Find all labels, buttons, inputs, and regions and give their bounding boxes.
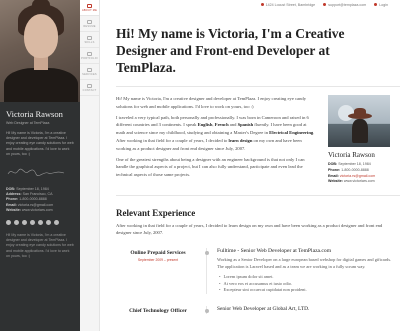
profile-card: Victoria Rawson DOB: September 18, 1984 … xyxy=(328,95,390,185)
experience-intro: After working in that field for a couple… xyxy=(116,223,383,236)
page-title: Hi! My name is Victoria, I'm a Creative … xyxy=(116,26,345,75)
location-icon xyxy=(260,3,264,6)
list-item: Lorem ipsum dolor sit amet. xyxy=(217,274,396,281)
experience-dates: September 2009 – present xyxy=(137,258,179,263)
nav-portfolio[interactable]: PORTFOLIO xyxy=(80,48,99,64)
profile-sidebar: Victoria Rawson Web Designer at TemPlaza… xyxy=(0,0,80,331)
experience-item: Chief Technology Officer Senior Web Deve… xyxy=(116,306,400,315)
about-section: Hi! My name is Victoria, I'm a creative … xyxy=(116,95,400,185)
nav-about-me[interactable]: ABOUT ME xyxy=(80,0,99,16)
experience-item: Online Prepaid Services September 2009 –… xyxy=(116,248,400,295)
profile-website-link[interactable]: www.victoriars.com xyxy=(22,208,53,212)
nav-resume[interactable]: RESUME xyxy=(80,16,99,32)
dribbble-icon[interactable] xyxy=(38,220,43,226)
experience-company: Online Prepaid Services xyxy=(130,250,186,257)
portfolio-icon xyxy=(87,51,92,56)
experience-title: Relevant Experience xyxy=(116,208,196,219)
behance-icon[interactable] xyxy=(54,220,59,226)
list-item: At vero eos et accusamus et iusto odio. xyxy=(217,281,396,288)
profile-name: Victoria Rawson xyxy=(6,109,63,119)
contact-icon xyxy=(87,83,92,88)
card-email-link[interactable]: victoria.rs@gmail.com xyxy=(340,174,375,178)
user-icon xyxy=(374,3,378,6)
youtube-icon[interactable] xyxy=(46,220,51,226)
experience-bullets: Lorem ipsum dolor sit amet. At vero eos … xyxy=(217,274,396,294)
topbar-address: 1424 Locust Street, Bambridge xyxy=(260,3,315,7)
services-icon xyxy=(87,67,92,72)
card-website-link[interactable]: www.victoriars.com xyxy=(344,179,375,183)
nav-skills[interactable]: SKILLS xyxy=(80,32,99,48)
profile-description: Hi! My name is Victoria, I'm a creative … xyxy=(6,131,74,156)
linkedin-icon[interactable] xyxy=(22,220,27,226)
profile-email-link[interactable]: victoria.rs@gmail.com xyxy=(18,203,53,207)
facebook-icon[interactable] xyxy=(6,220,11,226)
experience-role: Fulltime - Senior Web Developer at TemPl… xyxy=(217,248,332,255)
social-links xyxy=(6,220,80,226)
twitter-icon[interactable] xyxy=(14,220,19,226)
about-text: Hi! My name is Victoria, I'm a creative … xyxy=(116,95,316,185)
main-content: Hi! My name is Victoria, I'm a Creative … xyxy=(100,9,400,331)
nav-services[interactable]: SERVICES xyxy=(80,64,99,80)
card-photo xyxy=(328,95,390,147)
divider xyxy=(116,195,400,197)
experience-description: Working as a Senior Developer on a large… xyxy=(217,257,392,269)
list-item: Excepteur sint occaecat cupidatat non pr… xyxy=(217,287,396,294)
divider xyxy=(116,86,400,87)
profile-extra-text: Hi! My name is Victoria, I'm a creative … xyxy=(6,233,74,258)
skills-icon xyxy=(87,35,92,40)
top-bar: 1424 Locust Street, Bambridge support@te… xyxy=(100,0,400,9)
login-link[interactable]: Login xyxy=(374,3,388,7)
about-paragraph-2: I traveled a very typical path, both per… xyxy=(116,114,315,151)
instagram-icon[interactable] xyxy=(30,220,35,226)
card-name: Victoria Rawson xyxy=(328,151,375,159)
profile-photo xyxy=(0,0,80,102)
nav-contact[interactable]: CONTACT xyxy=(80,80,99,96)
signature-image xyxy=(7,168,65,176)
about-paragraph-1: Hi! My name is Victoria, I'm a creative … xyxy=(116,96,306,109)
profile-info: DOB: September 18, 1984 Address: San Fra… xyxy=(6,187,54,212)
section-nav: ABOUT ME RESUME SKILLS PORTFOLIO SERVICE… xyxy=(80,0,100,331)
topbar-email[interactable]: support@templaza.com xyxy=(323,3,366,7)
experience-company: Chief Technology Officer xyxy=(129,308,187,315)
card-info: DOB: September 18, 1984 Phone: 1-800-000… xyxy=(328,162,376,184)
resume-icon xyxy=(87,19,92,24)
about-paragraph-3: One of the greatest strengths about bein… xyxy=(116,156,305,178)
mail-icon xyxy=(323,3,327,6)
profile-subtitle: Web Designer at TemPlaza xyxy=(6,121,50,125)
experience-role: Senior Web Developer at Global Art, LTD. xyxy=(217,306,310,313)
user-icon xyxy=(87,3,92,8)
